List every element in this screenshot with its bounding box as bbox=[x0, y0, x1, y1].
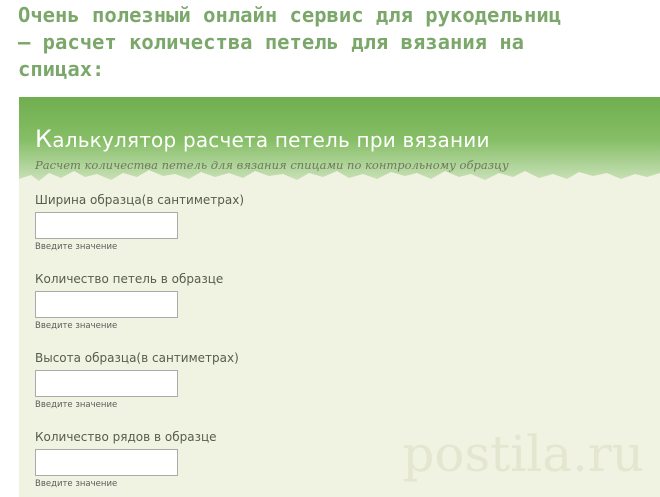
stitch-count-input[interactable] bbox=[35, 291, 178, 318]
row-count-label: Количество рядов в образце bbox=[35, 430, 217, 444]
sample-width-field: Ширина образца(в сантиметрах) Введите зн… bbox=[35, 193, 244, 252]
row-count-hint: Введите значение bbox=[35, 479, 118, 489]
stitch-count-hint: Введите значение bbox=[35, 321, 118, 331]
sample-height-label: Высота образца(в сантиметрах) bbox=[35, 351, 239, 365]
headline-line-3: спицах: bbox=[18, 57, 105, 81]
sample-height-hint: Введите значение bbox=[35, 400, 118, 410]
sample-width-input[interactable] bbox=[35, 212, 178, 239]
row-count-field: Количество рядов в образце Введите значе… bbox=[35, 430, 217, 489]
calculator-subtitle: Расчет количества петель для вязания спи… bbox=[35, 158, 509, 172]
site-watermark: postila.ru bbox=[402, 425, 644, 483]
sample-width-hint: Введите значение bbox=[35, 242, 118, 252]
stitch-count-field: Количество петель в образце Введите знач… bbox=[35, 272, 223, 331]
headline-line-2: – расчет количества петель для вязания н… bbox=[18, 30, 525, 54]
headline-line-1: Очень полезный онлайн сервис для рукодел… bbox=[18, 3, 562, 27]
sample-height-field: Высота образца(в сантиметрах) Введите зн… bbox=[35, 351, 239, 410]
calculator-header: Калькулятор расчета петель при вязании Р… bbox=[19, 97, 660, 193]
sample-height-input[interactable] bbox=[35, 370, 178, 397]
stitch-count-label: Количество петель в образце bbox=[35, 272, 224, 286]
calculator-title: Калькулятор расчета петель при вязании bbox=[35, 125, 490, 153]
sample-width-label: Ширина образца(в сантиметрах) bbox=[35, 193, 245, 207]
row-count-input[interactable] bbox=[35, 449, 178, 476]
article-headline: Очень полезный онлайн сервис для рукодел… bbox=[18, 2, 660, 83]
